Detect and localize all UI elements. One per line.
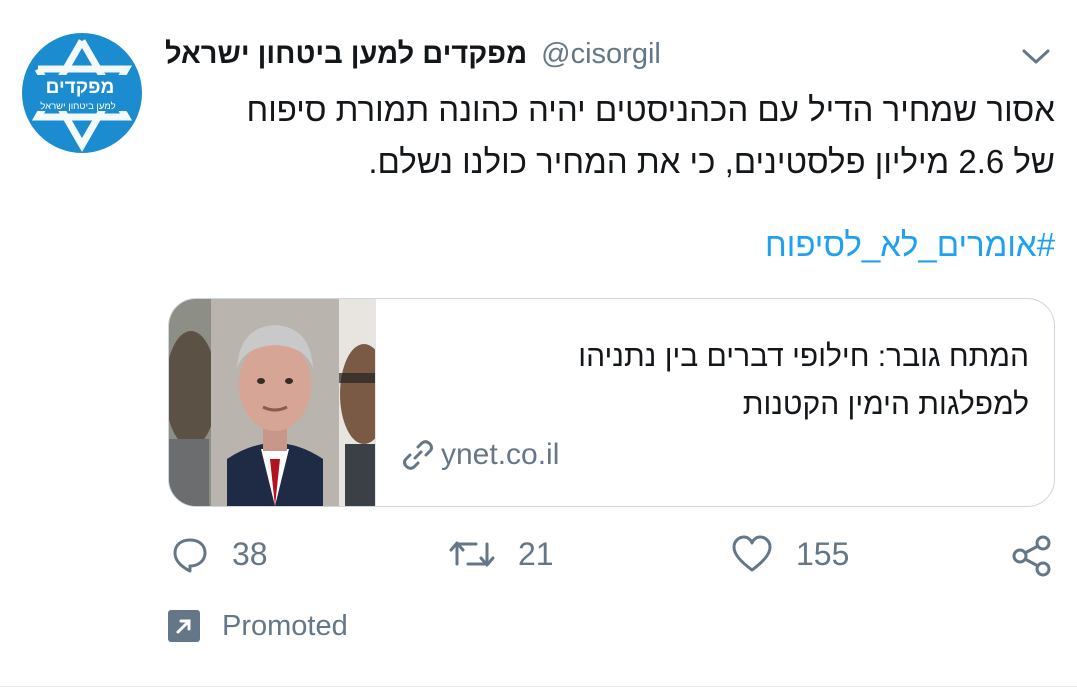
like-count: 155 (796, 535, 850, 572)
promoted-label: Promoted (222, 609, 348, 642)
reply-button[interactable]: 38 (170, 534, 268, 574)
card-domain-text: ynet.co.il (441, 438, 560, 471)
card-thumbnail (169, 299, 388, 506)
tweet-header: מפקדים למען ביטחון ישראל @cisorgil (165, 34, 1005, 74)
link-card[interactable]: המתח גובר: חילופי דברים בין נתניהו למפלג… (168, 298, 1055, 507)
user-handle[interactable]: @cisorgil (541, 38, 661, 71)
link-icon (403, 440, 433, 470)
tweet-actions: 38 21 155 (0, 530, 1077, 580)
display-name[interactable]: מפקדים למען ביטחון ישראל (165, 38, 527, 71)
card-title[interactable]: המתח גובר: חילופי דברים בין נתניהו למפלג… (409, 333, 1029, 429)
retweet-count: 21 (518, 535, 554, 572)
chevron-down-icon[interactable] (1018, 42, 1054, 70)
reply-icon (173, 538, 207, 573)
avatar[interactable]: מפקדים למען ביטחון ישראל (22, 33, 142, 153)
promoted-indicator[interactable]: Promoted (168, 609, 348, 643)
retweet-icon (449, 541, 495, 567)
divider (0, 686, 1077, 687)
like-button[interactable]: 155 (730, 534, 849, 574)
hashtag-link[interactable]: #אומרים_לא_לסיפוח (600, 226, 1055, 264)
card-title-line-2: למפלגות הימין הקטנות (742, 388, 1029, 421)
retweet-button[interactable]: 21 (448, 534, 554, 574)
card-title-line-1: המתח גובר: חילופי דברים בין נתניהו (578, 340, 1029, 373)
heart-icon (732, 535, 772, 572)
avatar-logo-subtitle: למען ביטחון ישראל (40, 101, 116, 112)
avatar-logo-title: מפקדים (45, 77, 115, 98)
promoted-arrow-icon (168, 610, 200, 642)
card-domain: ynet.co.il (401, 437, 559, 473)
reply-count: 38 (232, 535, 268, 572)
tweet-text-line-2: של 2.6 מיליון פלסטינים, כי את המחיר כולנ… (368, 143, 1055, 180)
share-button[interactable] (1010, 534, 1076, 578)
tweet-text: אסור שמחיר הדיל עם הכהניסטים יהיה כהונה … (150, 84, 1056, 188)
share-icon (1012, 535, 1051, 577)
tweet-text-line-1: אסור שמחיר הדיל עם הכהניסטים יהיה כהונה … (246, 91, 1056, 128)
